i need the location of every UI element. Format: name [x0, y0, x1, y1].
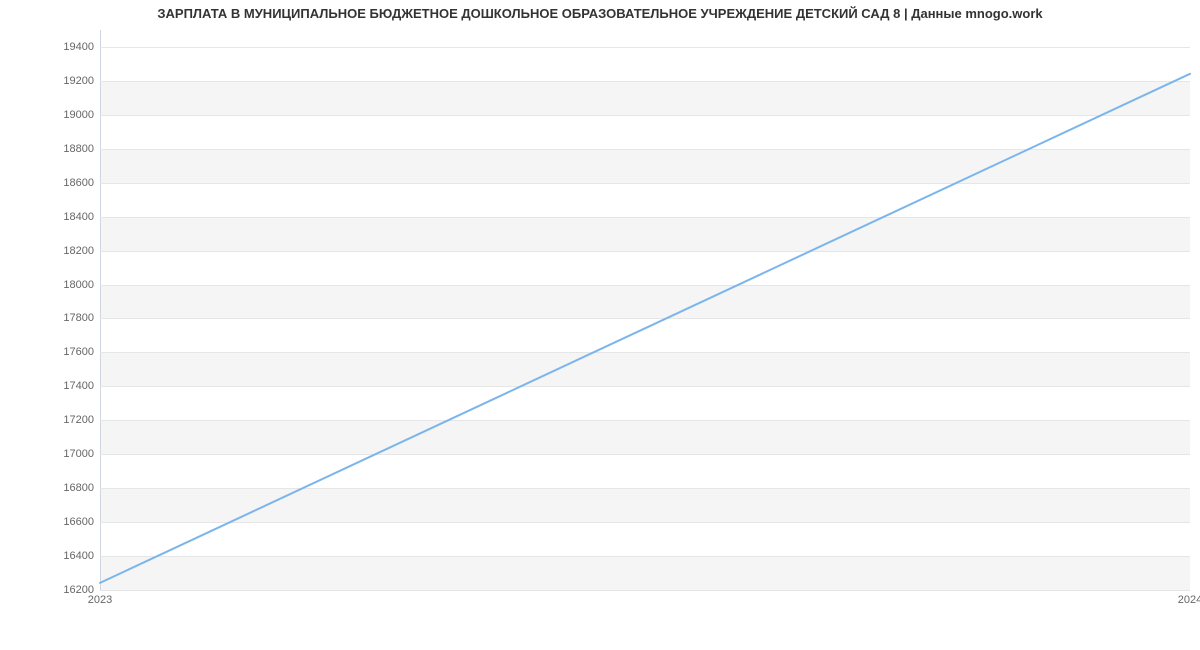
- y-tick-label: 16600: [63, 516, 94, 528]
- line-series: [100, 30, 1190, 590]
- y-tick-label: 19200: [63, 75, 94, 87]
- y-tick-label: 18600: [63, 177, 94, 189]
- y-tick-label: 17600: [63, 346, 94, 358]
- y-tick-label: 16800: [63, 482, 94, 494]
- y-tick-label: 19000: [63, 109, 94, 121]
- y-tick-label: 18800: [63, 143, 94, 155]
- y-tick-label: 17400: [63, 380, 94, 392]
- x-tick-label: 2024: [1178, 594, 1200, 606]
- y-tick-label: 17000: [63, 448, 94, 460]
- y-tick-label: 18200: [63, 245, 94, 257]
- salary-line: [100, 74, 1190, 583]
- y-tick-label: 16400: [63, 550, 94, 562]
- y-tick-label: 17200: [63, 414, 94, 426]
- x-tick-label: 2023: [88, 594, 112, 606]
- y-tick-label: 18400: [63, 211, 94, 223]
- y-tick-label: 18000: [63, 279, 94, 291]
- gridline: [100, 590, 1190, 591]
- chart-container: ЗАРПЛАТА В МУНИЦИПАЛЬНОЕ БЮДЖЕТНОЕ ДОШКО…: [0, 0, 1200, 650]
- y-tick-label: 19400: [63, 41, 94, 53]
- chart-title: ЗАРПЛАТА В МУНИЦИПАЛЬНОЕ БЮДЖЕТНОЕ ДОШКО…: [0, 6, 1200, 21]
- plot-area: 1620016400166001680017000172001740017600…: [100, 30, 1190, 590]
- y-tick-label: 17800: [63, 312, 94, 324]
